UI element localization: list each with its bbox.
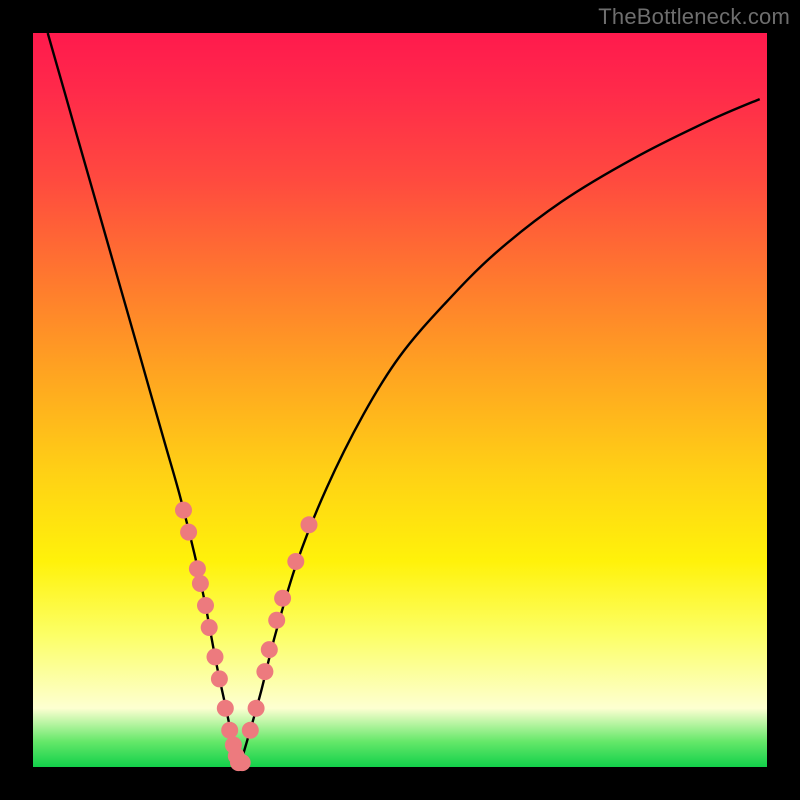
- sample-dot: [175, 502, 192, 519]
- sample-dot: [211, 670, 228, 687]
- sample-dot: [192, 575, 209, 592]
- bottleneck-curve: [48, 33, 760, 767]
- chart-frame: TheBottleneck.com: [0, 0, 800, 800]
- plot-area: [33, 33, 767, 767]
- sample-dot: [234, 754, 251, 771]
- sample-dot: [242, 722, 259, 739]
- sample-dot: [287, 553, 304, 570]
- sample-dot: [189, 560, 206, 577]
- sample-dot: [256, 663, 273, 680]
- watermark-text: TheBottleneck.com: [598, 4, 790, 30]
- sample-dot: [197, 597, 214, 614]
- sample-dot: [248, 700, 265, 717]
- sample-dot: [180, 524, 197, 541]
- sample-dot: [261, 641, 278, 658]
- sample-dot: [301, 516, 318, 533]
- sample-dots-group: [175, 502, 318, 771]
- sample-dot: [274, 590, 291, 607]
- chart-svg: [33, 33, 767, 767]
- sample-dot: [268, 612, 285, 629]
- sample-dot: [201, 619, 218, 636]
- sample-dot: [207, 648, 224, 665]
- sample-dot: [217, 700, 234, 717]
- sample-dot: [221, 722, 238, 739]
